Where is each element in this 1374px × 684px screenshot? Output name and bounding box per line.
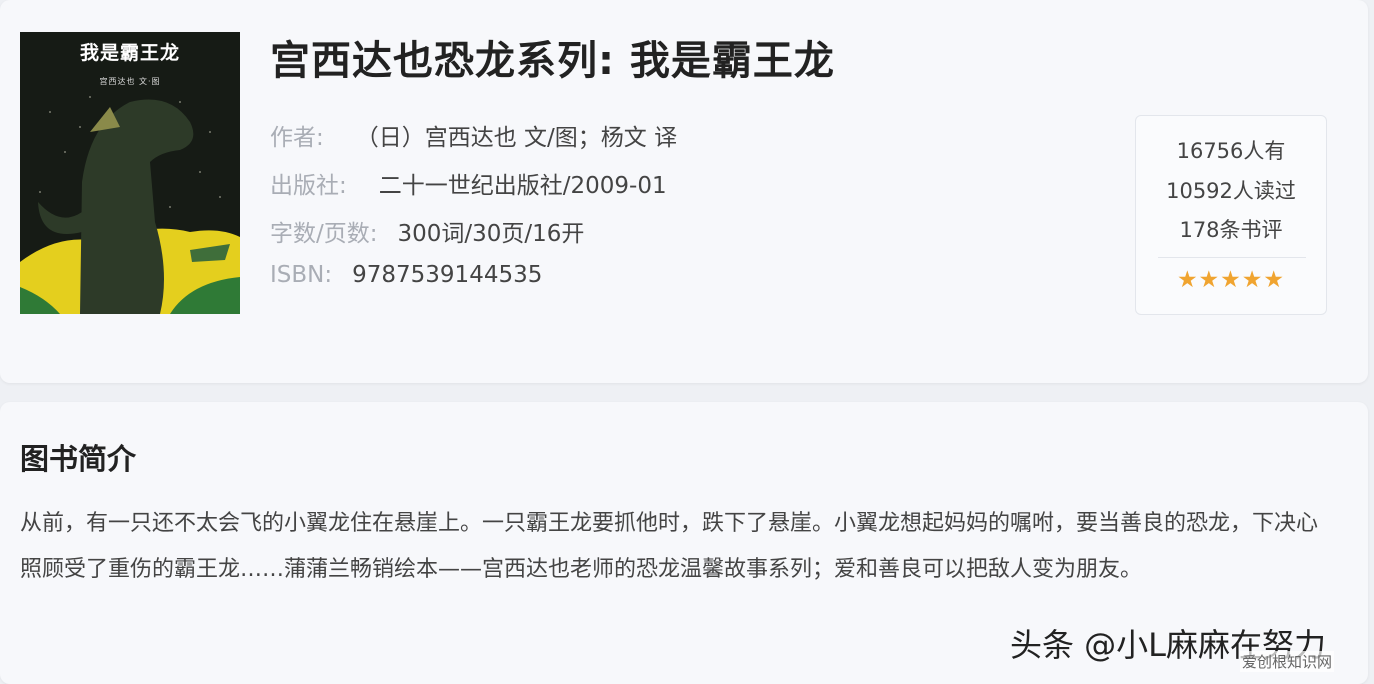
meta-label: 字数/页数: [270, 221, 378, 247]
cover-subtitle: 宫西达也 文·图 [99, 77, 161, 86]
book-description: 从前，有一只还不太会飞的小翼龙住在悬崖上。一只霸王龙要抓他时，跌下了悬崖。小翼龙… [20, 511, 1319, 582]
meta-isbn: ISBN: 9787539144535 [270, 262, 542, 288]
reader-stats-box: 16756人有 10592人读过 178条书评 ★★★★★ [1135, 115, 1327, 315]
watermark-site: 爱创根知识网 [1240, 651, 1335, 672]
owners-count[interactable]: 16756人有 [1136, 135, 1326, 165]
cover-illustration [20, 32, 240, 314]
meta-label: 出版社: [270, 173, 347, 199]
meta-label: 作者: [270, 125, 324, 151]
reviews-count[interactable]: 178条书评 [1136, 214, 1326, 244]
book-cover-image[interactable]: 我是霸王龙 宫西达也 文·图 [20, 32, 240, 314]
word-count-value: 300词/30页/16开 [397, 221, 585, 247]
isbn-value: 9787539144535 [352, 262, 543, 288]
meta-author: 作者: （日）宫西达也 文/图；杨文 译 [270, 118, 677, 152]
meta-publisher: 出版社: 二十一世纪出版社/2009-01 [270, 166, 667, 200]
meta-word-count: 字数/页数: 300词/30页/16开 [270, 214, 584, 248]
book-title: 宫西达也恐龙系列: 我是霸王龙 [270, 38, 835, 84]
stats-divider [1158, 257, 1306, 258]
rating-stars-icon: ★★★★★ [1176, 267, 1286, 293]
readers-count[interactable]: 10592人读过 [1136, 175, 1326, 205]
author-value[interactable]: （日）宫西达也 文/图；杨文 译 [356, 125, 677, 151]
cover-title: 我是霸王龙 [79, 42, 180, 64]
publisher-value[interactable]: 二十一世纪出版社/2009-01 [379, 173, 667, 199]
book-info-card: 我是霸王龙 宫西达也 文·图 宫西达也恐龙系列: 我是霸王龙 作者: （日）宫西达… [0, 0, 1368, 383]
section-title: 图书简介 [20, 442, 137, 476]
meta-label: ISBN: [270, 262, 333, 288]
